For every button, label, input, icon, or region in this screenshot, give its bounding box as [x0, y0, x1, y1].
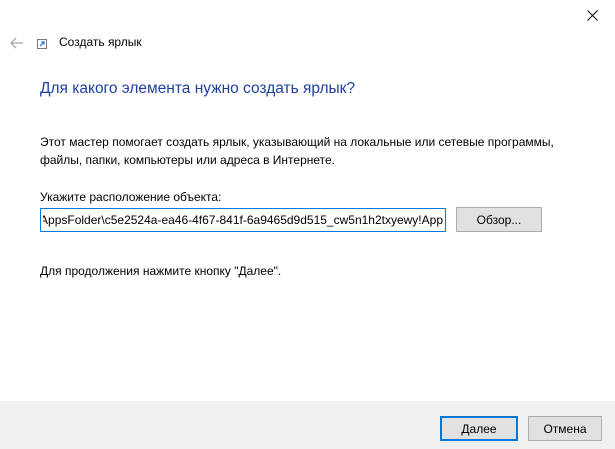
close-icon — [586, 9, 598, 21]
location-label: Укажите расположение объекта: — [40, 190, 222, 204]
wizard-title: Создать ярлык — [59, 35, 142, 49]
back-button[interactable] — [6, 32, 28, 54]
wizard-nav-row: Создать ярлык — [0, 30, 300, 56]
location-input[interactable] — [40, 208, 446, 232]
shortcut-icon — [37, 39, 47, 49]
continue-hint: Для продолжения нажмите кнопку "Далее". — [40, 264, 282, 278]
wizard-footer: Далее Отмена — [0, 401, 615, 449]
wizard-description: Этот мастер помогает создать ярлык, указ… — [40, 135, 554, 167]
next-button[interactable]: Далее — [440, 416, 518, 441]
close-button[interactable] — [569, 0, 615, 30]
browse-button[interactable]: Обзор... — [456, 207, 542, 232]
create-shortcut-window: Создать ярлык Для какого элемента нужно … — [0, 0, 615, 449]
arrow-left-icon — [10, 37, 23, 49]
cancel-button[interactable]: Отмена — [528, 416, 602, 441]
page-heading: Для какого элемента нужно создать ярлык? — [40, 80, 356, 97]
